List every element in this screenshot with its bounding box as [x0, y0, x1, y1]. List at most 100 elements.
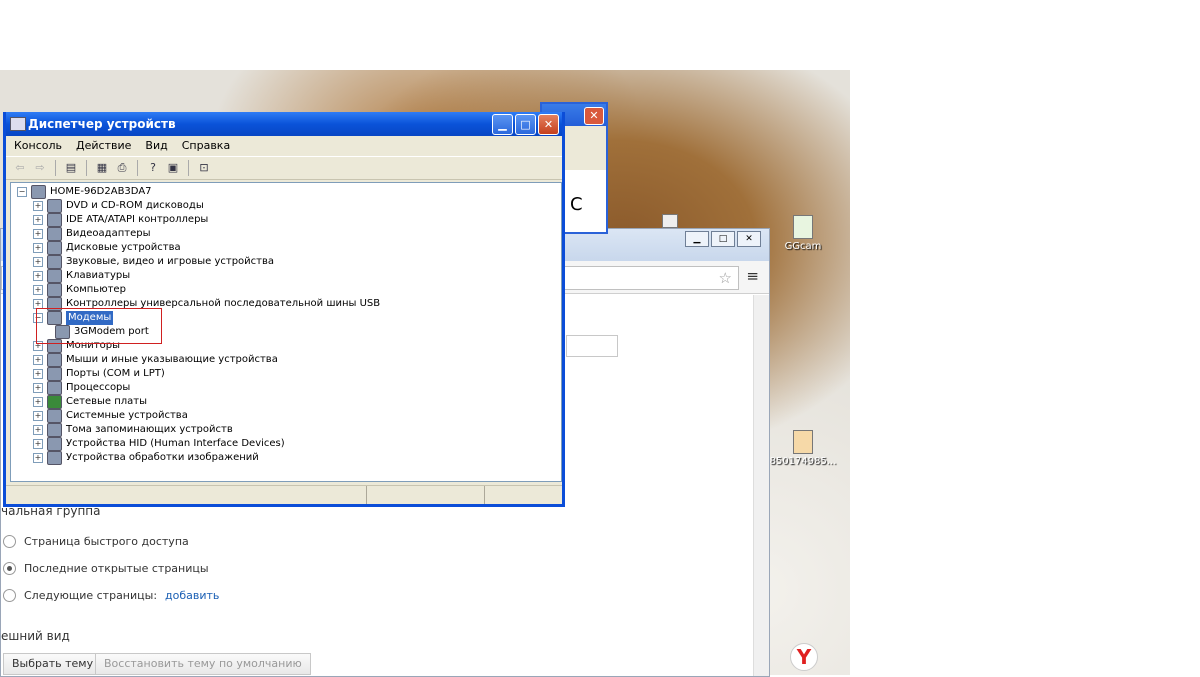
tree-node[interactable]: + Устройства HID (Human Interface Devices… [33, 437, 285, 451]
tree-label: Дисковые устройства [66, 242, 181, 253]
expand-icon[interactable]: + [33, 201, 43, 211]
maximize-button[interactable]: □ [515, 114, 536, 135]
radio-row-quick-access[interactable]: Страница быстрого доступа [3, 535, 189, 548]
tree-label: DVD и CD-ROM дисководы [66, 200, 204, 211]
tree-node[interactable]: + Системные устройства [33, 409, 188, 423]
desktop-icon-label: GGcam [784, 241, 822, 252]
forward-arrow-icon[interactable]: ⇨ [32, 160, 48, 176]
tree-label: Мыши и иные указывающие устройства [66, 354, 278, 365]
close-button[interactable]: ✕ [538, 114, 559, 135]
back-arrow-icon[interactable]: ⇦ [12, 160, 28, 176]
expand-icon[interactable]: + [33, 229, 43, 239]
menu-item-action[interactable]: Действие [76, 136, 131, 156]
expand-icon[interactable]: + [33, 243, 43, 253]
expand-icon[interactable]: + [33, 383, 43, 393]
tree-node[interactable]: + Сетевые платы [33, 395, 147, 409]
tree-label: IDE ATA/ATAPI контроллеры [66, 214, 209, 225]
device-manager-titlebar: Диспетчер устройств ▁ □ ✕ [6, 112, 562, 136]
system-device-icon [47, 409, 62, 423]
ide-controller-icon [47, 213, 62, 227]
tree-node[interactable]: + Компьютер [33, 283, 126, 297]
storage-volume-icon [47, 423, 62, 437]
close-button[interactable]: ✕ [737, 231, 761, 247]
file-icon [793, 430, 813, 454]
tree-node[interactable]: + Клавиатуры [33, 269, 130, 283]
desktop-icon-ggcam[interactable]: GGcam [768, 215, 838, 252]
tree-node[interactable]: + Тома запоминающих устройств [33, 423, 233, 437]
window-icon [662, 214, 678, 228]
toolbar: ⇦ ⇨ ▤ ▦ ⎙ ? ▣ ⊡ [6, 156, 562, 180]
settings-text-field[interactable] [566, 335, 618, 357]
add-pages-link[interactable]: добавить [165, 589, 219, 602]
star-icon[interactable]: ☆ [719, 269, 732, 287]
tree-label: Порты (COM и LPT) [66, 368, 165, 379]
expand-icon[interactable]: + [33, 271, 43, 281]
tree-label: HOME-96D2AB3DA7 [50, 186, 152, 197]
help-icon[interactable]: ? [145, 160, 161, 176]
expand-icon[interactable]: + [33, 425, 43, 435]
tree-node[interactable]: + DVD и CD-ROM дисководы [33, 199, 204, 213]
tree-node[interactable]: + Дисковые устройства [33, 241, 181, 255]
tree-label: Звуковые, видео и игровые устройства [66, 256, 275, 267]
status-divider [484, 486, 485, 504]
menu-item-help[interactable]: Справка [182, 136, 230, 156]
menu-icon[interactable]: ≡ [746, 267, 759, 285]
collapse-icon[interactable]: − [17, 187, 27, 197]
scrollbar[interactable] [753, 295, 769, 676]
radio-button[interactable] [3, 562, 16, 575]
reset-theme-button[interactable]: Восстановить тему по умолчанию [95, 653, 311, 675]
desktop-icon-file[interactable]: 850174985... [768, 430, 838, 467]
toolbar-separator [86, 160, 87, 176]
minimize-button[interactable]: ▁ [685, 231, 709, 247]
tree-node[interactable]: + IDE ATA/ATAPI контроллеры [33, 213, 208, 227]
menu-item-console[interactable]: Консоль [14, 136, 62, 156]
expand-icon[interactable]: + [33, 355, 43, 365]
tree-label: Тома запоминающих устройств [66, 424, 233, 435]
window-title: Диспетчер устройств [28, 117, 176, 131]
tree-label: Компьютер [66, 284, 126, 295]
scan-hardware-icon[interactable]: ⊡ [196, 160, 212, 176]
expand-icon[interactable]: + [33, 369, 43, 379]
maximize-button[interactable]: □ [711, 231, 735, 247]
console-tree-icon[interactable]: ▤ [63, 160, 79, 176]
tree-node[interactable]: + Устройства обработки изображений [33, 451, 259, 465]
choose-theme-button[interactable]: Выбрать тему [3, 653, 103, 675]
radio-row-last-pages[interactable]: Последние открытые страницы [3, 562, 209, 575]
tree-node[interactable]: + Мыши и иные указывающие устройства [33, 353, 278, 367]
ggcam-icon [793, 215, 813, 239]
properties-icon[interactable]: ▦ [94, 160, 110, 176]
tree-node[interactable]: + Видеоадаптеры [33, 227, 150, 241]
tree-node[interactable]: + Звуковые, видео и игровые устройства [33, 255, 274, 269]
section-title-appearance: ешний вид [1, 629, 70, 643]
menu-item-view[interactable]: Вид [145, 136, 167, 156]
expand-icon[interactable]: + [33, 215, 43, 225]
mouse-icon [47, 353, 62, 367]
keyboard-icon [47, 269, 62, 283]
radio-row-next-pages[interactable]: Следующие страницы: добавить [3, 589, 219, 602]
expand-icon[interactable]: + [33, 397, 43, 407]
display-adapter-icon [47, 227, 62, 241]
network-adapter-icon [47, 395, 62, 409]
expand-icon[interactable]: + [33, 411, 43, 421]
sound-icon [47, 255, 62, 269]
radio-button[interactable] [3, 535, 16, 548]
export-icon[interactable]: ▣ [165, 160, 181, 176]
tree-node[interactable]: + Процессоры [33, 381, 130, 395]
disk-drive-icon [47, 241, 62, 255]
expand-icon[interactable]: + [33, 439, 43, 449]
radio-button[interactable] [3, 589, 16, 602]
print-icon[interactable]: ⎙ [114, 160, 130, 176]
minimize-button[interactable]: ▁ [492, 114, 513, 135]
tree-root[interactable]: − HOME-96D2AB3DA7 [17, 185, 152, 199]
expand-icon[interactable]: + [33, 257, 43, 267]
close-button[interactable]: ✕ [584, 107, 604, 125]
menu-bar: Консоль Действие Вид Справка [6, 136, 562, 156]
expand-icon[interactable]: + [33, 285, 43, 295]
port-icon [47, 367, 62, 381]
tree-node[interactable]: + Порты (COM и LPT) [33, 367, 165, 381]
tree-label: Системные устройства [66, 410, 188, 421]
expand-icon[interactable]: + [33, 453, 43, 463]
tree-label: Сетевые платы [66, 396, 148, 407]
status-bar [6, 485, 562, 504]
yandex-browser-icon[interactable]: Y [790, 643, 818, 671]
